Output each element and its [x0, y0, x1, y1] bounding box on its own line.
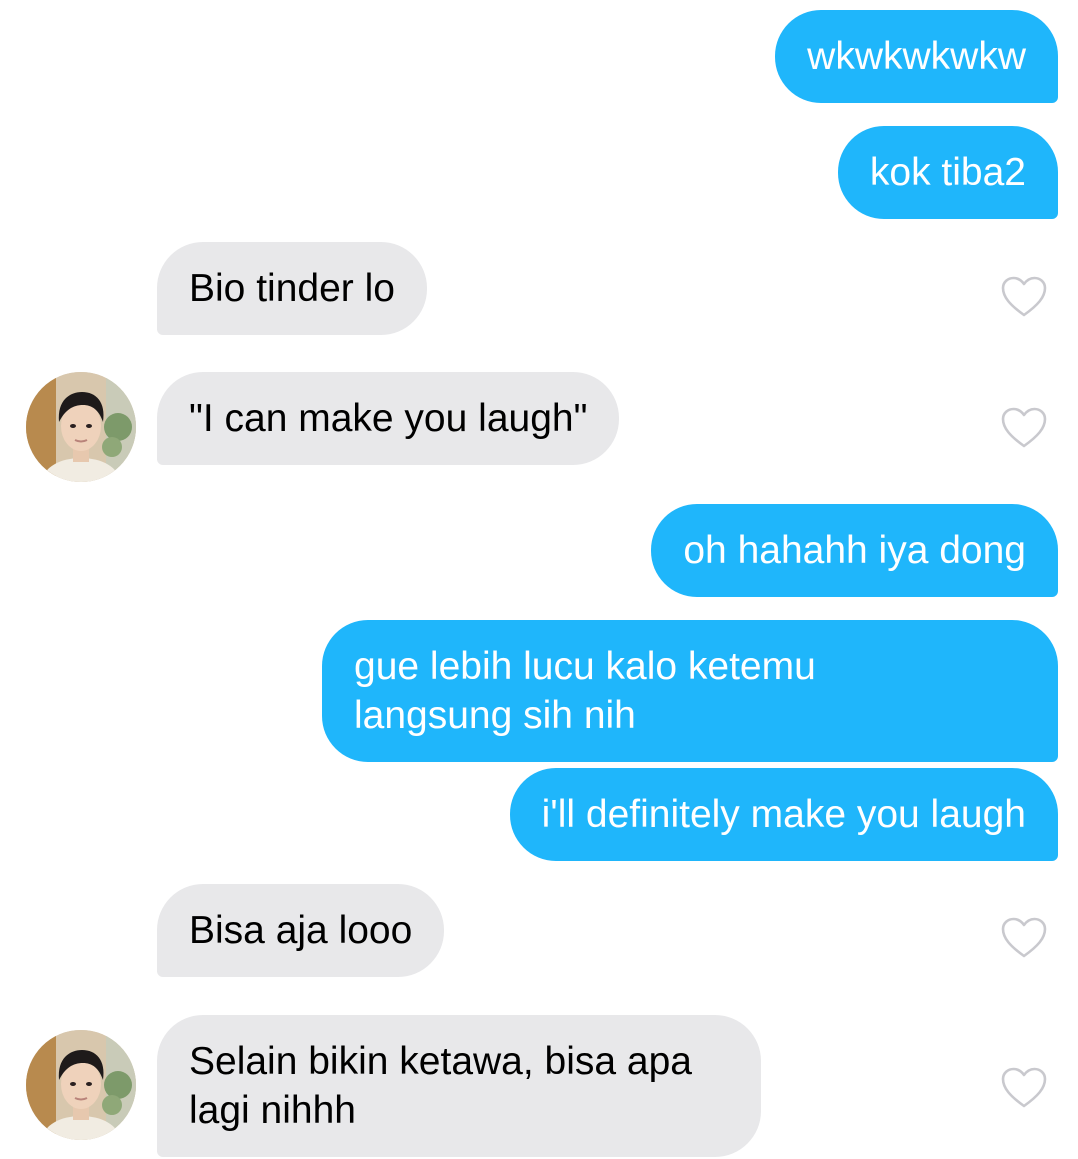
profile-photo [26, 1030, 136, 1140]
message-bubble-sent[interactable]: wkwkwkwkw [775, 10, 1058, 103]
avatar[interactable] [26, 372, 136, 482]
message-bubble-received[interactable]: Bisa aja looo [157, 884, 445, 977]
avatar[interactable] [26, 1030, 136, 1140]
message-bubble-sent[interactable]: oh hahahh iya dong [651, 504, 1058, 597]
message-bubble-received[interactable]: Selain bikin ketawa, bisa apa lagi nihhh [157, 1015, 761, 1157]
heart-outline-icon[interactable] [1000, 916, 1048, 960]
message-bubble-sent[interactable]: i'll definitely make you laugh [509, 768, 1058, 861]
message-bubble-received[interactable]: Bio tinder lo [157, 242, 427, 335]
message-bubble-received[interactable]: "I can make you laugh" [157, 372, 620, 465]
message-bubble-sent[interactable]: gue lebih lucu kalo ketemu langsung sih … [322, 620, 1058, 762]
heart-outline-icon[interactable] [1000, 406, 1048, 450]
profile-photo [26, 372, 136, 482]
heart-outline-icon[interactable] [1000, 1066, 1048, 1110]
message-bubble-sent[interactable]: kok tiba2 [837, 126, 1058, 219]
heart-outline-icon[interactable] [1000, 275, 1048, 319]
